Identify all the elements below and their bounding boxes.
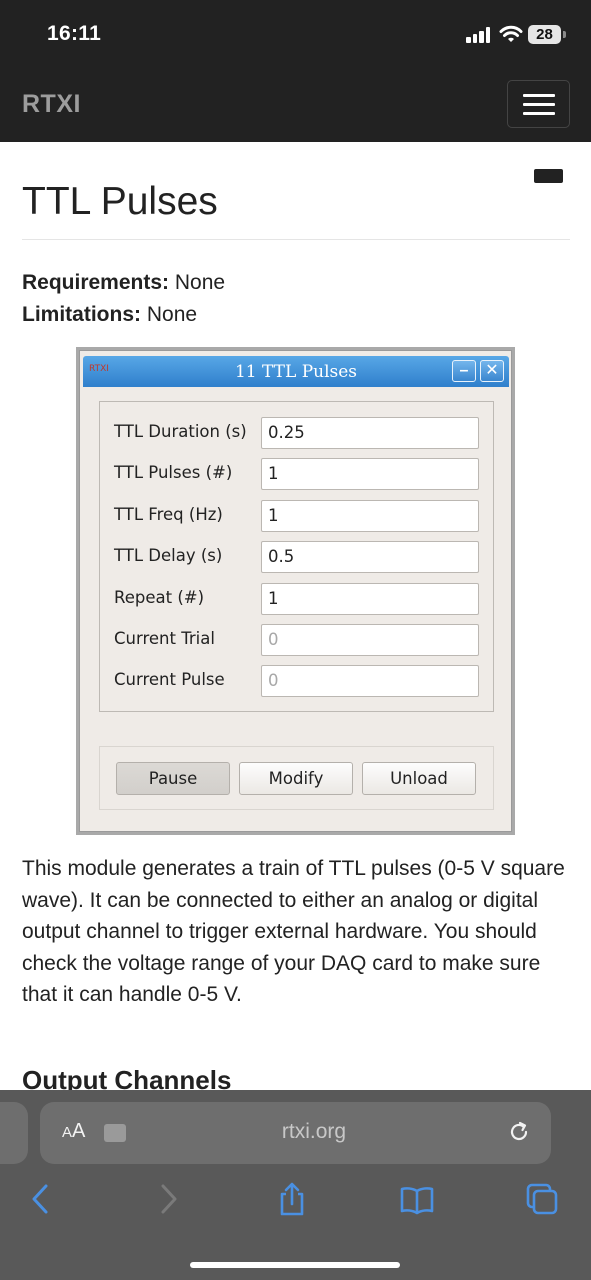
limitations-value: None <box>146 303 198 326</box>
minimize-button: – <box>452 360 476 382</box>
forward-arrow-icon[interactable] <box>151 1182 185 1216</box>
page-title: TTL Pulses <box>22 180 218 223</box>
param-label-ttl-pulses: TTL Pulses (#) <box>114 463 233 482</box>
param-output-current-pulse: 0 <box>261 665 479 697</box>
button-group: Pause Modify Unload <box>99 746 494 810</box>
url-text[interactable]: rtxi.org <box>164 1120 464 1144</box>
param-output-current-trial: 0 <box>261 624 479 656</box>
cellular-signal-icon <box>466 27 492 43</box>
window-title: 11 TTL Pulses <box>234 362 358 382</box>
module-screenshot: RTXI 11 TTL Pulses – ✕ TTL Duration (s) … <box>76 347 515 835</box>
close-button: ✕ <box>480 360 504 382</box>
home-indicator <box>190 1262 400 1268</box>
reload-icon[interactable] <box>507 1120 531 1144</box>
bookmarks-icon[interactable] <box>400 1182 434 1216</box>
title-divider <box>22 239 570 240</box>
module-window: RTXI 11 TTL Pulses – ✕ TTL Duration (s) … <box>79 350 512 832</box>
status-time: 16:11 <box>47 22 102 45</box>
hamburger-icon <box>523 103 555 106</box>
requirements-value: None <box>174 271 226 294</box>
battery-tip <box>563 31 566 38</box>
battery-icon: 28 <box>528 25 561 44</box>
param-label-current-pulse: Current Pulse <box>114 670 225 689</box>
close-icon: ✕ <box>485 362 499 379</box>
limitations-label: Limitations: <box>22 303 141 326</box>
requirements-label: Requirements: <box>22 271 170 294</box>
site-navbar: RTXI <box>0 66 591 142</box>
status-bar: 16:11 28 <box>0 0 591 66</box>
window-titlebar: RTXI 11 TTL Pulses – ✕ <box>83 356 509 387</box>
tabs-icon[interactable] <box>525 1182 559 1216</box>
modify-button: Modify <box>239 762 353 795</box>
previous-tab-peek[interactable] <box>0 1102 28 1164</box>
battery-level: 28 <box>536 26 553 43</box>
browser-toolbar: AA rtxi.org <box>0 1090 591 1280</box>
param-input-repeat: 1 <box>261 583 479 615</box>
param-input-ttl-freq: 1 <box>261 500 479 532</box>
param-label-ttl-duration: TTL Duration (s) <box>114 422 247 441</box>
aa-small-label: A <box>62 1124 73 1141</box>
minimize-icon: – <box>459 362 469 379</box>
back-arrow-icon[interactable] <box>24 1182 58 1216</box>
module-description: This module generates a train of TTL pul… <box>22 857 565 1006</box>
address-bar[interactable]: AA rtxi.org <box>40 1102 551 1164</box>
parameter-group: TTL Duration (s) 0.25 TTL Pulses (#) 1 T… <box>99 401 494 712</box>
param-label-current-trial: Current Trial <box>114 629 215 648</box>
hamburger-icon <box>523 94 555 97</box>
hamburger-icon <box>523 112 555 115</box>
param-label-ttl-delay: TTL Delay (s) <box>114 546 223 565</box>
limitations-line: Limitations: None <box>22 303 197 327</box>
param-input-ttl-delay: 0.5 <box>261 541 479 573</box>
wifi-icon <box>499 25 523 42</box>
unload-button: Unload <box>362 762 476 795</box>
param-input-ttl-pulses: 1 <box>261 458 479 490</box>
site-brand[interactable]: RTXI <box>22 90 81 119</box>
aa-large-label: A <box>72 1120 86 1142</box>
menu-toggle-button[interactable] <box>507 80 570 128</box>
back-to-top-button[interactable] <box>534 169 563 183</box>
extension-icon[interactable] <box>104 1124 126 1142</box>
pause-button: Pause <box>116 762 230 795</box>
param-label-ttl-freq: TTL Freq (Hz) <box>114 505 223 524</box>
requirements-line: Requirements: None <box>22 271 225 295</box>
param-input-ttl-duration: 0.25 <box>261 417 479 449</box>
reader-options-button[interactable]: AA <box>62 1120 85 1143</box>
share-icon[interactable] <box>275 1182 309 1216</box>
param-label-repeat: Repeat (#) <box>114 588 205 607</box>
